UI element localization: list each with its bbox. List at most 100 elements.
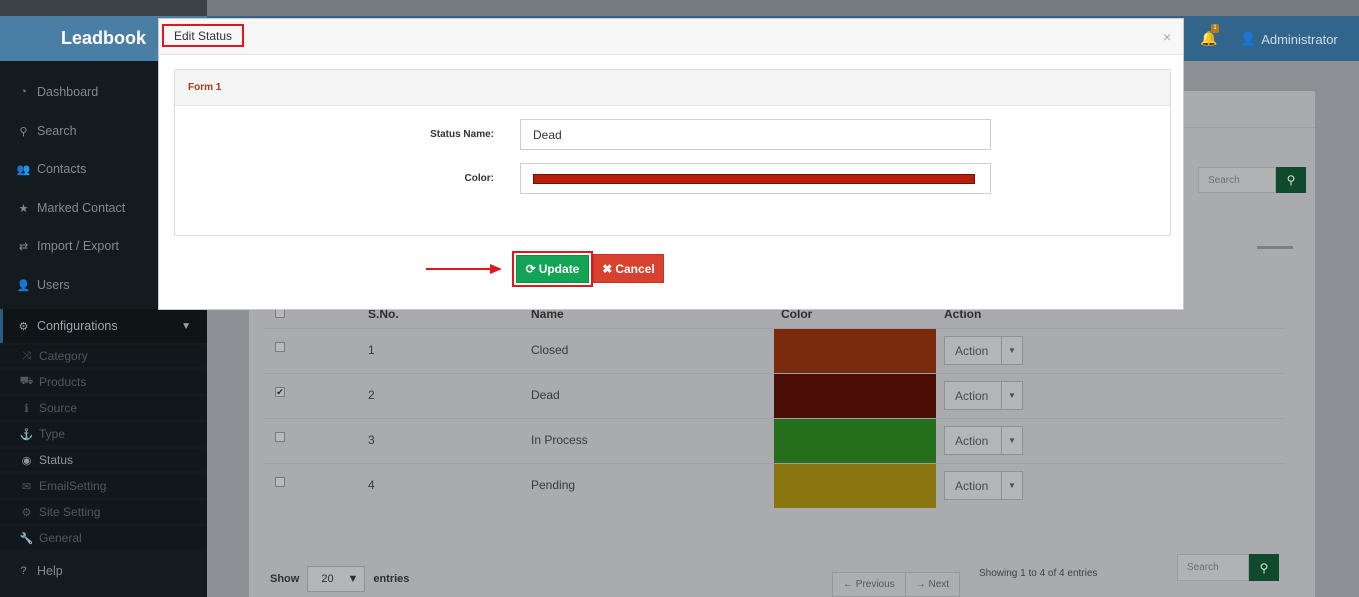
top-search-button[interactable]: ⚲ bbox=[1276, 167, 1306, 193]
exchange-icon: ⇄ bbox=[18, 240, 29, 253]
color-input[interactable] bbox=[520, 163, 991, 194]
action-label: Action bbox=[945, 382, 1002, 409]
sidebar-item-label: Dashboard bbox=[37, 85, 99, 99]
sidebar-subitem-type[interactable]: ⚓ Type bbox=[0, 423, 207, 445]
show-label: Show bbox=[270, 573, 300, 585]
row-checkbox[interactable] bbox=[275, 342, 285, 352]
next-button[interactable]: → Next bbox=[906, 573, 959, 596]
entries-label: entries bbox=[373, 573, 410, 585]
action-dropdown[interactable]: Action ▼ bbox=[944, 426, 1023, 455]
users-icon: 👥 bbox=[16, 163, 31, 176]
caret-down-icon: ▼ bbox=[1008, 481, 1016, 490]
brand-strip bbox=[0, 0, 207, 16]
sidebar-subitem-status[interactable]: ◉ Status bbox=[0, 449, 207, 471]
action-dropdown[interactable]: Action ▼ bbox=[944, 381, 1023, 410]
search-icon: ⚲ bbox=[1259, 560, 1269, 575]
sidebar-item-label: Help bbox=[37, 564, 63, 578]
table-info: Showing 1 to 4 of 4 entries bbox=[979, 568, 1098, 579]
table-row: ✔ 2 Dead Action ▼ bbox=[264, 373, 1285, 418]
row-checkbox[interactable] bbox=[275, 432, 285, 442]
action-dropdown[interactable]: Action ▼ bbox=[944, 336, 1023, 365]
color-preview bbox=[533, 173, 975, 184]
cell-name: In Process bbox=[531, 433, 588, 447]
cancel-button[interactable]: ✖ Cancel bbox=[593, 254, 664, 283]
sidebar-subitem-label: Category bbox=[39, 349, 88, 363]
action-dropdown[interactable]: Action ▼ bbox=[944, 471, 1023, 500]
status-table: S.No. Name Color Action 1 Closed Action ▼… bbox=[264, 301, 1285, 531]
action-label: Action bbox=[945, 472, 1002, 499]
sidebar-subitem-label: Products bbox=[39, 375, 87, 389]
dashboard-icon: ◔ bbox=[20, 86, 27, 98]
table-search-input[interactable]: Search bbox=[1177, 554, 1249, 581]
update-button-highlight: ⟳ Update bbox=[512, 251, 593, 287]
anchor-icon: ⚓ bbox=[19, 428, 34, 441]
sidebar-item-help[interactable]: ? Help bbox=[0, 556, 207, 586]
sidebar-item-label: Contacts bbox=[37, 162, 87, 176]
entries-value: 20 bbox=[321, 573, 334, 585]
notification-badge: 1 bbox=[1211, 24, 1219, 33]
caret-down-icon: ▼ bbox=[1008, 391, 1016, 400]
sidebar-subitem-category[interactable]: ⤨ Category bbox=[0, 345, 207, 367]
top-search-input[interactable]: Search bbox=[1198, 167, 1276, 193]
sidebar-subitem-site-setting[interactable]: ⚙ Site Setting bbox=[0, 501, 207, 523]
search-placeholder: Search bbox=[1187, 562, 1219, 573]
sidebar-item-label: Import / Export bbox=[37, 239, 119, 253]
form-panel-title: Form 1 bbox=[175, 70, 1170, 106]
close-icon[interactable]: × bbox=[1163, 29, 1171, 45]
color-swatch bbox=[774, 464, 936, 508]
sidebar-subitem-general[interactable]: 🔧 General bbox=[0, 527, 207, 549]
caret-down-icon: ▼ bbox=[1008, 346, 1016, 355]
table-row: 3 In Process Action ▼ bbox=[264, 418, 1285, 463]
cancel-label: Cancel bbox=[615, 261, 655, 276]
eye-icon: ◉ bbox=[21, 454, 32, 467]
sidebar-item-label: Marked Contact bbox=[37, 201, 126, 215]
previous-button[interactable]: ← Previous bbox=[833, 573, 906, 596]
brand-text: Leadbook bbox=[60, 28, 146, 48]
edit-status-modal: Edit Status × Form 1 Status Name: Dead C… bbox=[158, 18, 1184, 310]
action-label: Action bbox=[945, 427, 1002, 454]
gear-icon: ⚙ bbox=[21, 506, 32, 519]
sidebar-subitem-label: Type bbox=[39, 427, 66, 441]
info-icon: ℹ bbox=[24, 402, 29, 415]
sidebar-subitem-products[interactable]: ⛟ Products bbox=[0, 371, 207, 393]
modal-header: Edit Status × bbox=[159, 19, 1183, 55]
sidebar-subitem-label: Source bbox=[39, 401, 78, 415]
sidebar-subitem-source[interactable]: ℹ Source bbox=[0, 397, 207, 419]
envelope-icon: ✉ bbox=[21, 480, 32, 493]
caret-down-icon: ▼ bbox=[347, 573, 359, 585]
search-placeholder: Search bbox=[1208, 174, 1240, 186]
sidebar-item-configurations[interactable]: ⚙ Configurations ▼ bbox=[0, 309, 207, 343]
modal-title: Edit Status bbox=[162, 24, 245, 47]
cart-icon: ⛟ bbox=[19, 375, 34, 387]
cogs-icon: ⚙ bbox=[18, 320, 29, 333]
sidebar-item-label: Search bbox=[37, 124, 77, 138]
wrench-icon: 🔧 bbox=[19, 532, 34, 545]
sidebar-item-label: Users bbox=[37, 278, 70, 292]
row-checkbox[interactable]: ✔ bbox=[275, 387, 285, 397]
cell-sno: 4 bbox=[368, 478, 375, 492]
cell-name: Dead bbox=[531, 388, 560, 402]
update-button[interactable]: ⟳ Update bbox=[516, 255, 589, 283]
user-icon: 👤 bbox=[16, 279, 31, 292]
refresh-icon: ⟳ bbox=[525, 262, 536, 276]
cell-sno: 1 bbox=[368, 343, 375, 357]
random-icon: ⤨ bbox=[22, 349, 31, 362]
color-swatch bbox=[774, 374, 936, 418]
user-menu[interactable]: 👤 Administrator bbox=[1240, 31, 1338, 47]
help-icon: ? bbox=[20, 565, 27, 577]
form-panel: Form 1 Status Name: Dead Color: bbox=[174, 69, 1171, 236]
cell-sno: 2 bbox=[368, 388, 375, 402]
chevron-down-icon: ▼ bbox=[181, 320, 191, 332]
table-row: 1 Closed Action ▼ bbox=[264, 328, 1285, 373]
sidebar-subitem-emailsetting[interactable]: ✉ EmailSetting bbox=[0, 475, 207, 497]
tab-underline bbox=[1257, 246, 1293, 249]
search-icon: ⚲ bbox=[1286, 173, 1296, 187]
status-name-input[interactable]: Dead bbox=[520, 119, 991, 150]
user-icon: 👤 bbox=[1240, 31, 1257, 46]
caret-down-icon: ▼ bbox=[1008, 436, 1016, 445]
entries-length: Show 20 ▼ entries bbox=[270, 566, 409, 592]
table-search-button[interactable]: ⚲ bbox=[1249, 554, 1279, 581]
entries-select[interactable]: 20 ▼ bbox=[307, 566, 366, 592]
sidebar-subitem-label: Status bbox=[39, 453, 74, 467]
row-checkbox[interactable] bbox=[275, 477, 285, 487]
